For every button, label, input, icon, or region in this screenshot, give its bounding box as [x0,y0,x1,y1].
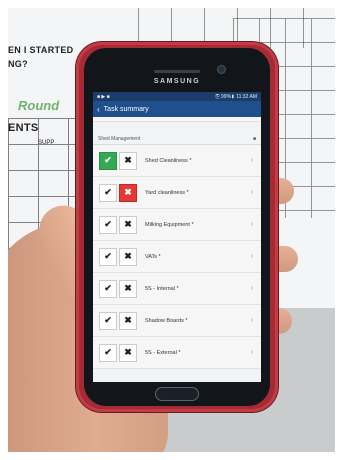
chevron-right-icon[interactable]: › [251,221,261,228]
task-row[interactable]: ✔ ✖ Milking Equipment * › [93,209,261,241]
fail-x-button[interactable]: ✖ [119,311,137,330]
chevron-right-icon[interactable]: › [251,317,261,324]
task-label: 5S - External * [145,349,181,356]
task-row[interactable]: ✔ ✖ 5S - Internal * › [93,273,261,305]
pass-check-button[interactable]: ✔ [99,183,117,202]
task-label: Milking Equipment * [145,221,194,228]
chevron-right-icon[interactable]: › [251,253,261,260]
pass-check-button[interactable]: ✔ [99,247,117,266]
task-label: VATs * [145,253,161,260]
phone: SAMSUNG ■ ▶ ■ ⎘ 99%▮ 11:32 AM ‹ Task sum… [76,42,278,412]
task-label: Shadow Boards * [145,317,188,324]
task-row[interactable]: ✔ ✖ Shadow Boards * › [93,305,261,337]
app-bar: ‹ Task summary [93,101,261,117]
task-label: Yard cleanliness * [145,189,189,196]
pass-check-button[interactable]: ✔ [99,343,117,362]
brand-logo: SAMSUNG [153,78,201,85]
task-row[interactable]: ✔ ✖ Yard cleanliness * › [93,177,261,209]
pass-check-button[interactable]: ✔ [99,311,117,330]
task-row[interactable]: ✔ ✖ Shed Cleanliness * › [93,145,261,177]
task-list: ✔ ✖ Shed Cleanliness * › ✔ ✖ Yard cleanliness … [93,145,261,369]
task-row[interactable]: ✔ ✖ 5S - External * › [93,337,261,369]
phone-front: SAMSUNG ■ ▶ ■ ⎘ 99%▮ 11:32 AM ‹ Task sum… [84,48,270,406]
status-bar: ■ ▶ ■ ⎘ 99%▮ 11:32 AM [93,92,261,101]
section-header: Shed Management ■ [93,122,261,145]
status-right: ⎘ 99%▮ 11:32 AM [215,93,257,100]
status-left: ■ ▶ ■ [97,93,110,100]
pass-check-button[interactable]: ✔ [99,215,117,234]
whiteboard-column-label: SUPP [38,140,55,146]
trash-icon[interactable]: ■ [253,136,256,142]
photo: EN I STARTED NG? Round ENTS SUPP SAMSUNG… [8,8,335,452]
fail-x-button[interactable]: ✖ [119,279,137,298]
back-icon[interactable]: ‹ [97,105,100,114]
fail-x-button[interactable]: ✖ [119,183,137,202]
section-title: Shed Management [98,136,141,142]
chevron-right-icon[interactable]: › [251,157,261,164]
fail-x-button[interactable]: ✖ [119,247,137,266]
fail-x-button[interactable]: ✖ [119,215,137,234]
front-camera [218,66,225,73]
phone-screen: ■ ▶ ■ ⎘ 99%▮ 11:32 AM ‹ Task summary She… [93,92,261,382]
chevron-right-icon[interactable]: › [251,349,261,356]
task-label: Shed Cleanliness * [145,157,192,164]
home-button[interactable] [156,388,198,400]
fail-x-button[interactable]: ✖ [119,151,137,170]
whiteboard-text-line1: EN I STARTED [8,45,74,55]
pass-check-button[interactable]: ✔ [99,151,117,170]
pass-check-button[interactable]: ✔ [99,279,117,298]
app-title: Task summary [103,105,149,113]
whiteboard-section-word: ENTS [8,122,39,134]
chevron-right-icon[interactable]: › [251,285,261,292]
earpiece [154,70,200,73]
whiteboard-text-line2: NG? [8,59,28,69]
fail-x-button[interactable]: ✖ [119,343,137,362]
task-row[interactable]: ✔ ✖ VATs * › [93,241,261,273]
chevron-right-icon[interactable]: › [251,189,261,196]
whiteboard-green-word: Round [18,98,60,113]
task-label: 5S - Internal * [145,285,179,292]
